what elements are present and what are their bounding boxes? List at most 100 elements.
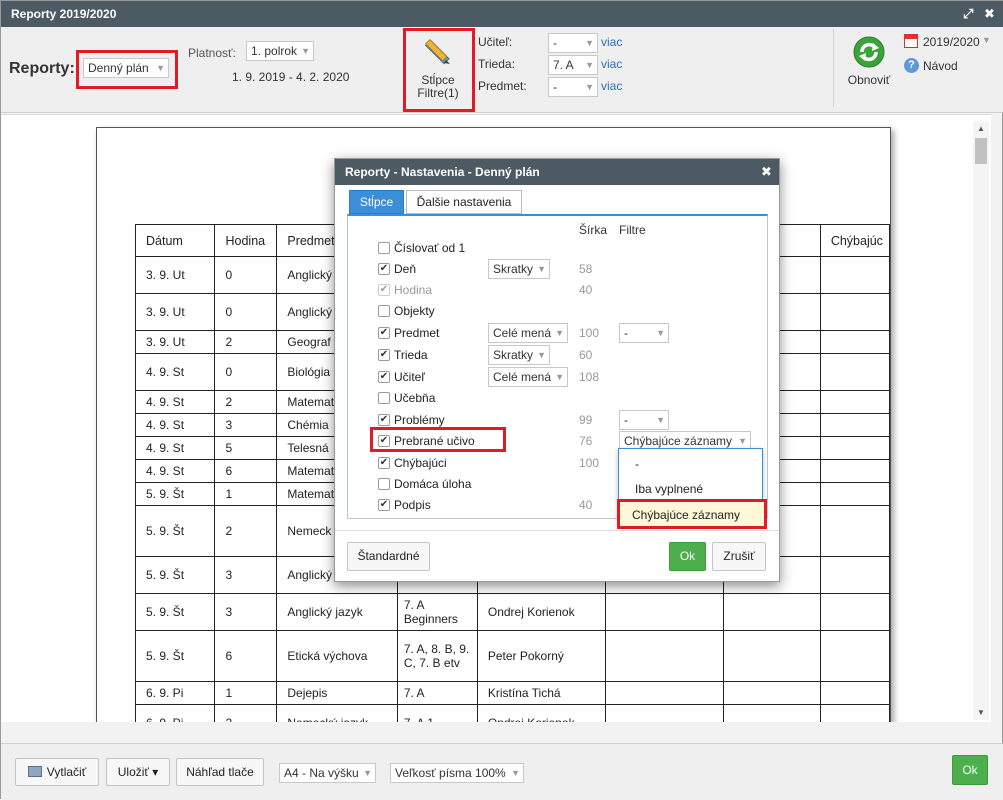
cell-empty bbox=[819, 482, 891, 506]
cell-empty bbox=[819, 256, 891, 294]
filter-option-none[interactable]: - bbox=[619, 452, 763, 476]
cell-empty bbox=[819, 630, 891, 682]
column-row-den: ✔ Deň Skratky ▼ 58 bbox=[348, 259, 769, 279]
filter-trieda-more-link[interactable]: viac bbox=[601, 57, 622, 71]
cell-hour: 2 bbox=[214, 505, 278, 557]
cell-empty bbox=[819, 505, 891, 557]
date-range: 1. 9. 2019 - 4. 2. 2020 bbox=[232, 70, 350, 84]
dialog-cancel-button[interactable]: Zrušiť bbox=[712, 542, 766, 571]
trieda-format-select[interactable]: Skratky ▼ bbox=[488, 345, 550, 365]
cell-class: 7. A Beginners bbox=[396, 593, 478, 631]
save-button[interactable]: Uložiť ▾ bbox=[106, 758, 170, 786]
checkbox-den[interactable]: ✔ bbox=[378, 263, 390, 275]
label-problemy: Problémy bbox=[394, 413, 445, 427]
cell-empty bbox=[819, 556, 891, 594]
paper-format-select[interactable]: A4 - Na výšku ▼ bbox=[279, 763, 376, 783]
platnost-select[interactable]: 1. polrok ▼ bbox=[246, 41, 314, 61]
window-title: Reporty 2019/2020 bbox=[11, 7, 117, 21]
cell-empty bbox=[819, 704, 891, 722]
cell-empty bbox=[819, 293, 891, 331]
pencil-ruler-icon bbox=[424, 38, 450, 65]
scroll-up-icon[interactable]: ▲ bbox=[977, 124, 985, 133]
calendar-icon bbox=[904, 34, 918, 48]
cell-subject: Etická výchova bbox=[276, 630, 398, 682]
dialog-close-icon[interactable]: ✖ bbox=[761, 164, 772, 180]
print-button[interactable]: Vytlačiť bbox=[15, 758, 99, 786]
footer-ok-button[interactable]: Ok bbox=[952, 755, 988, 785]
filter-ucitel-more-link[interactable]: viac bbox=[601, 35, 622, 49]
cell-empty bbox=[605, 593, 725, 631]
cell-date: 3. 9. Ut bbox=[134, 293, 216, 331]
settings-dialog: Reporty - Nastavenia - Denný plán ✖ Stĺp… bbox=[334, 158, 780, 582]
label-cislovat: Číslovať od 1 bbox=[394, 241, 466, 255]
filter-predmet-more-link[interactable]: viac bbox=[601, 79, 622, 93]
refresh-button[interactable]: Obnoviť bbox=[843, 35, 895, 97]
label-trieda: Trieda bbox=[394, 348, 428, 362]
close-icon[interactable]: ✖ bbox=[984, 6, 995, 22]
vertical-scrollbar[interactable]: ▲ ▼ bbox=[973, 122, 989, 720]
cell-teacher: Ondrej Korienok bbox=[476, 704, 607, 722]
header-chybajuci: Chýbajúc bbox=[819, 224, 891, 257]
scrollbar-thumb[interactable] bbox=[975, 138, 987, 164]
cell-class: 7. A, 8. B, 9. C, 7. B etv bbox=[396, 630, 478, 682]
checkbox-chybajuci[interactable]: ✔ bbox=[378, 457, 390, 469]
columns-panel: Šírka Filtre Číslovať od 1 ✔ Deň Skratky… bbox=[347, 214, 769, 524]
cell-subject: Anglický jazyk bbox=[276, 593, 398, 631]
cell-empty bbox=[723, 593, 821, 631]
checkbox-predmet[interactable]: ✔ bbox=[378, 327, 390, 339]
problemy-filter-select[interactable]: - ▼ bbox=[619, 410, 669, 430]
cell-teacher: Ondrej Korienok bbox=[476, 593, 607, 631]
den-format-select[interactable]: Skratky ▼ bbox=[488, 259, 550, 279]
predmet-format-select[interactable]: Celé mená ▼ bbox=[488, 323, 568, 343]
print-preview-button[interactable]: Náhľad tlače bbox=[176, 758, 264, 786]
toolbar-divider bbox=[833, 29, 834, 107]
cell-date: 5. 9. Št bbox=[134, 482, 216, 506]
checkbox-trieda[interactable]: ✔ bbox=[378, 349, 390, 361]
cell-date: 4. 9. St bbox=[134, 436, 216, 460]
checkbox-domaca-uloha[interactable] bbox=[378, 478, 390, 490]
cell-hour: 5 bbox=[214, 436, 278, 460]
filter-option-iba-vyplnene[interactable]: Iba vyplnené bbox=[619, 477, 763, 501]
dialog-ok-button[interactable]: Ok bbox=[669, 542, 706, 571]
toolbar: Reporty: Denný plán ▼ Platnosť: 1. polrok… bbox=[1, 27, 1003, 113]
help-link[interactable]: Návod bbox=[923, 59, 958, 73]
predmet-filter-select[interactable]: - ▼ bbox=[619, 323, 669, 343]
filter-trieda-select[interactable]: 7. A ▼ bbox=[548, 55, 598, 75]
filter-trieda-label: Trieda: bbox=[478, 57, 515, 71]
school-year-select[interactable]: 2019/2020 bbox=[923, 35, 980, 49]
checkbox-objekty[interactable] bbox=[378, 305, 390, 317]
chevron-down-icon[interactable]: ▼ bbox=[982, 35, 991, 45]
tab-stlpce[interactable]: Stĺpce bbox=[349, 190, 404, 214]
scroll-down-icon[interactable]: ▼ bbox=[977, 708, 985, 717]
filter-predmet-select[interactable]: - ▼ bbox=[548, 77, 598, 97]
filter-ucitel-select[interactable]: - ▼ bbox=[548, 33, 598, 53]
checkbox-ucitel[interactable]: ✔ bbox=[378, 371, 390, 383]
report-type-select[interactable]: Denný plán ▼ bbox=[83, 58, 169, 78]
checkbox-ucebna[interactable] bbox=[378, 392, 390, 404]
maximize-icon[interactable]: ⤢ bbox=[963, 6, 973, 22]
font-size-select[interactable]: Veľkosť písma 100% ▼ bbox=[390, 763, 524, 783]
reports-window: Reporty 2019/2020 ⤢ ✖ Reporty: Denný plá… bbox=[0, 0, 1003, 800]
cell-date: 6. 9. Pi bbox=[134, 681, 216, 705]
checkbox-podpis[interactable]: ✔ bbox=[378, 499, 390, 511]
podpis-width: 40 bbox=[579, 498, 593, 512]
width-column-header: Šírka bbox=[579, 223, 608, 237]
label-predmet: Predmet bbox=[394, 326, 440, 340]
column-row-hodina: ✔ Hodina 40 bbox=[348, 280, 769, 300]
tab-dalsie-nastavenia[interactable]: Ďalšie nastavenia bbox=[406, 190, 522, 214]
checkbox-cislovat[interactable] bbox=[378, 242, 390, 254]
checkbox-problemy[interactable]: ✔ bbox=[378, 414, 390, 426]
ucitel-format-select[interactable]: Celé mená ▼ bbox=[488, 367, 568, 387]
table-row: 5. 9. Št 3 Anglický jazyk 7. A Beginners Ond… bbox=[134, 593, 891, 631]
cell-empty bbox=[605, 630, 725, 682]
header-hodina: Hodina bbox=[214, 224, 278, 257]
columns-filters-button[interactable]: Stĺpce Filtre(1) bbox=[409, 32, 467, 104]
chybajuci-width: 100 bbox=[579, 456, 600, 470]
label-den: Deň bbox=[394, 262, 417, 276]
default-settings-button[interactable]: Štandardné bbox=[347, 542, 430, 571]
cell-empty bbox=[819, 353, 891, 391]
filter-option-chybajuce-zaznamy[interactable]: Chýbajúce záznamy bbox=[617, 499, 767, 529]
cell-empty bbox=[605, 681, 725, 705]
problemy-width: 99 bbox=[579, 413, 593, 427]
printer-icon bbox=[27, 766, 42, 777]
